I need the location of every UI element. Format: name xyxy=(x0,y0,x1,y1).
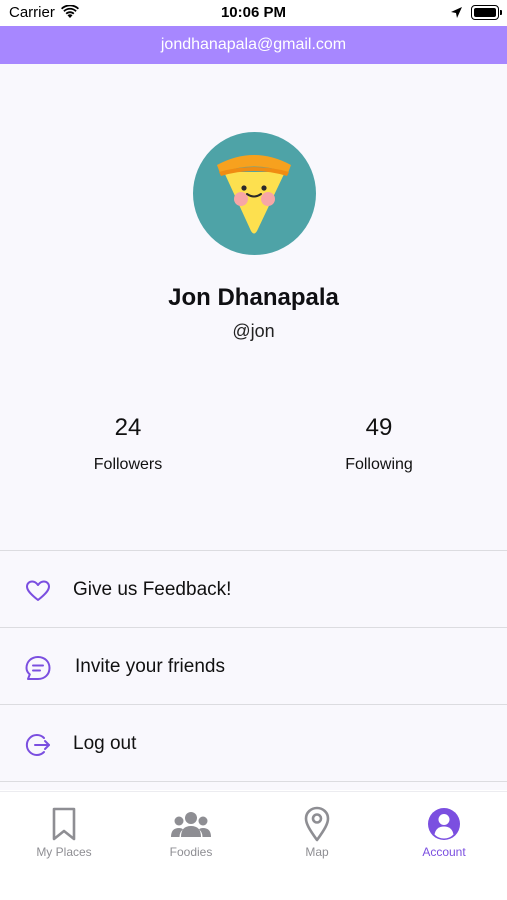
email-banner: jondhanapala@gmail.com xyxy=(0,26,507,64)
menu-item-label: Log out xyxy=(73,733,137,754)
tab-label: Account xyxy=(422,845,466,859)
divider xyxy=(0,781,507,790)
tab-bar: My Places Foodies Map Account xyxy=(0,791,507,900)
heart-icon xyxy=(26,580,50,601)
location-arrow-icon xyxy=(451,7,462,18)
menu-item-label: Invite your friends xyxy=(75,656,225,677)
tab-my-places[interactable]: My Places xyxy=(1,806,127,859)
status-bar: Carrier 10:06 PM xyxy=(0,0,507,26)
tab-label: Map xyxy=(305,845,329,859)
message-icon xyxy=(25,656,51,680)
map-pin-icon xyxy=(304,806,330,842)
profile-section: Jon Dhanapala @jon 24 Followers 49 Follo… xyxy=(0,64,507,550)
menu-item-label: Give us Feedback! xyxy=(73,579,232,600)
bookmark-icon xyxy=(52,807,76,841)
followers-count: 24 xyxy=(114,414,142,441)
tab-foodies[interactable]: Foodies xyxy=(128,806,254,859)
profile-handle: @jon xyxy=(232,321,275,341)
avatar[interactable] xyxy=(193,132,316,255)
profile-name: Jon Dhanapala xyxy=(168,284,339,311)
menu-item-logout[interactable]: Log out xyxy=(0,704,507,781)
following-stat[interactable]: 49 Following xyxy=(279,414,479,474)
followers-label: Followers xyxy=(93,456,163,473)
tab-label: Foodies xyxy=(169,845,213,859)
menu-item-invite[interactable]: Invite your friends xyxy=(0,627,507,704)
menu-item-feedback[interactable]: Give us Feedback! xyxy=(0,550,507,627)
people-icon xyxy=(171,812,211,837)
tab-map[interactable]: Map xyxy=(254,806,380,859)
followers-stat[interactable]: 24 Followers xyxy=(28,414,228,474)
account-icon xyxy=(428,808,460,840)
following-label: Following xyxy=(345,456,413,473)
tab-account[interactable]: Account xyxy=(381,806,507,859)
logout-icon xyxy=(25,734,50,756)
battery-icon xyxy=(471,5,502,20)
account-menu: Give us Feedback! Invite your friends Lo… xyxy=(0,550,507,790)
following-count: 49 xyxy=(365,414,393,441)
pizza-slice-icon xyxy=(217,155,291,234)
clock: 10:06 PM xyxy=(220,4,287,21)
tab-label: My Places xyxy=(36,845,92,859)
